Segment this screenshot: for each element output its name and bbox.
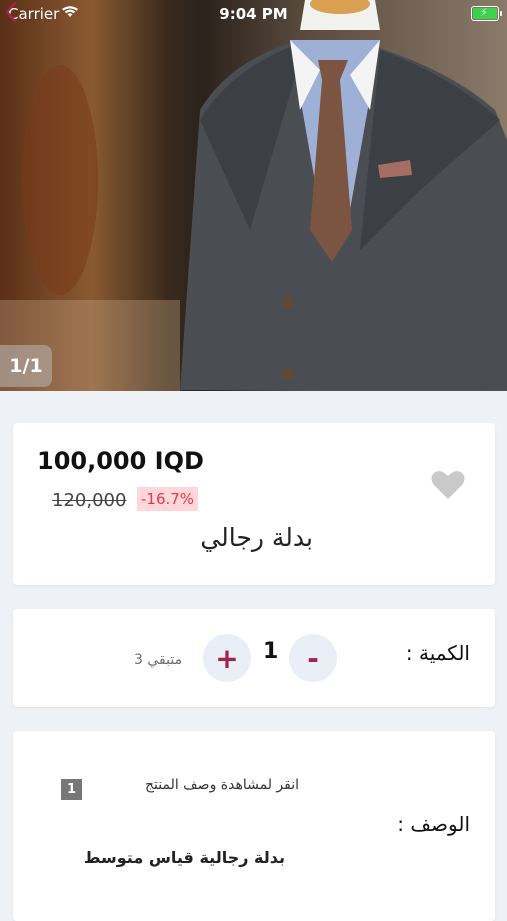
- battery-icon: ⚡: [471, 6, 502, 21]
- description-text: بدلة رجالية قياس متوسط: [83, 848, 285, 867]
- product-old-price: 120,000: [52, 490, 127, 511]
- status-time: 9:04 PM: [219, 5, 288, 23]
- back-arrow-icon[interactable]: [0, 0, 24, 24]
- product-info-card: 100,000 IQD 120,000 -16.7% بدلة رجالي: [13, 423, 495, 585]
- description-count-badge: 1: [61, 779, 82, 800]
- decrease-quantity-button[interactable]: -: [289, 634, 337, 682]
- quantity-label: الكمية :: [405, 641, 470, 665]
- description-card[interactable]: انقر لمشاهدة وصف المنتج 1 الوصف : بدلة ر…: [13, 731, 495, 921]
- discount-badge: -16.7%: [137, 487, 199, 511]
- description-label: الوصف :: [397, 812, 470, 836]
- status-bar: Carrier 9:04 PM ⚡: [0, 0, 507, 28]
- favorite-heart-icon[interactable]: [431, 470, 465, 500]
- increase-quantity-button[interactable]: +: [203, 634, 251, 682]
- description-tap-hint[interactable]: انقر لمشاهدة وصف المنتج: [145, 777, 299, 793]
- suit-illustration: [0, 0, 507, 391]
- quantity-value: 1: [263, 639, 279, 664]
- product-image-gallery[interactable]: Carrier 9:04 PM ⚡ 1/1: [0, 0, 507, 391]
- product-price: 100,000 IQD: [37, 447, 204, 475]
- quantity-card: الكمية : - 1 + متبقي 3: [13, 609, 495, 707]
- product-name: بدلة رجالي: [200, 523, 313, 552]
- image-page-counter: 1/1: [0, 345, 52, 387]
- stock-remaining: متبقي 3: [134, 652, 183, 668]
